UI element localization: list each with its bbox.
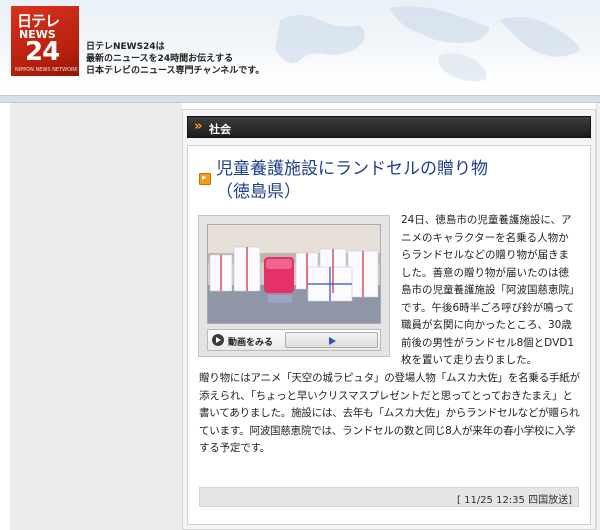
watch-video-label[interactable]: 動画をみる bbox=[228, 335, 273, 348]
article-title-line1: 児童養護施設にランドセルの贈り物 bbox=[216, 159, 488, 179]
play-button[interactable] bbox=[285, 332, 378, 348]
site-logo[interactable]: 日テレ NEWS 24 NIPPON NEWS NETWORK bbox=[11, 6, 79, 76]
arrow-bullet-icon: ▸ bbox=[199, 173, 211, 185]
video-thumbnail[interactable] bbox=[207, 224, 381, 324]
logo-text-24: 24 bbox=[25, 37, 60, 67]
tagline-line: 日テレNEWS24は bbox=[86, 42, 165, 52]
thumbnail-image bbox=[208, 225, 380, 323]
tagline-line: 最新のニュースを24時間お伝えする bbox=[86, 54, 234, 64]
right-gutter bbox=[596, 103, 600, 530]
double-chevron-icon: » bbox=[194, 119, 203, 134]
tagline-line: 日本テレビのニュース専門チャンネルです。 bbox=[86, 66, 265, 76]
header-divider bbox=[0, 95, 600, 103]
category-bar: » 社会 bbox=[187, 116, 591, 138]
video-control-bar: 動画をみる bbox=[207, 329, 381, 351]
left-sidebar bbox=[10, 103, 182, 530]
site-tagline: 日テレNEWS24は 最新のニュースを24時間お伝えする 日本テレビのニュース専… bbox=[86, 41, 264, 77]
article-body-right: 24日、徳島市の児童養護施設に、アニメのキャラクターを名乗る人物からランドセルな… bbox=[401, 214, 575, 366]
article-footer: [ 11/25 12:35 四国放送] bbox=[199, 487, 579, 507]
article-title-line2: （徳島県） bbox=[216, 182, 301, 202]
world-map-background bbox=[275, 6, 580, 82]
article-title: 児童養護施設にランドセルの贈り物 （徳島県） bbox=[216, 158, 576, 204]
site-header: 日テレ NEWS 24 NIPPON NEWS NETWORK 日テレNEWS2… bbox=[0, 0, 600, 84]
play-circle-icon[interactable] bbox=[212, 334, 224, 346]
logo-text-network: NIPPON NEWS NETWORK bbox=[15, 67, 78, 73]
category-label: 社会 bbox=[209, 123, 231, 136]
broadcast-timestamp: [ 11/25 12:35 四国放送] bbox=[457, 495, 572, 506]
article-body-full: 贈り物にはアニメ「天空の城ラピュタ」の登場人物「ムスカ大佐」を名乗る手紙が添えら… bbox=[199, 372, 580, 454]
